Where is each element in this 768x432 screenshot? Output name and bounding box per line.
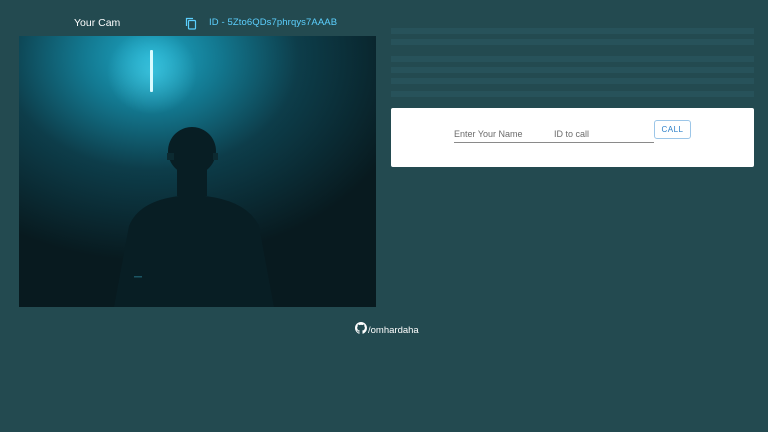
github-icon[interactable] <box>355 321 367 339</box>
call-card: CALL <box>391 108 754 167</box>
github-link[interactable]: /omhardaha <box>368 325 419 336</box>
name-input[interactable] <box>454 126 554 143</box>
call-button[interactable]: CALL <box>654 120 691 139</box>
banner-placeholder <box>391 20 754 100</box>
copy-icon[interactable] <box>185 17 197 30</box>
local-video <box>19 36 376 307</box>
peer-id-text[interactable]: ID - 5Zto6QDs7phrqys7AAAB <box>209 17 337 28</box>
call-id-input[interactable] <box>554 126 654 143</box>
footer: /omhardaha <box>355 322 419 338</box>
camera-title: Your Cam <box>74 17 121 29</box>
